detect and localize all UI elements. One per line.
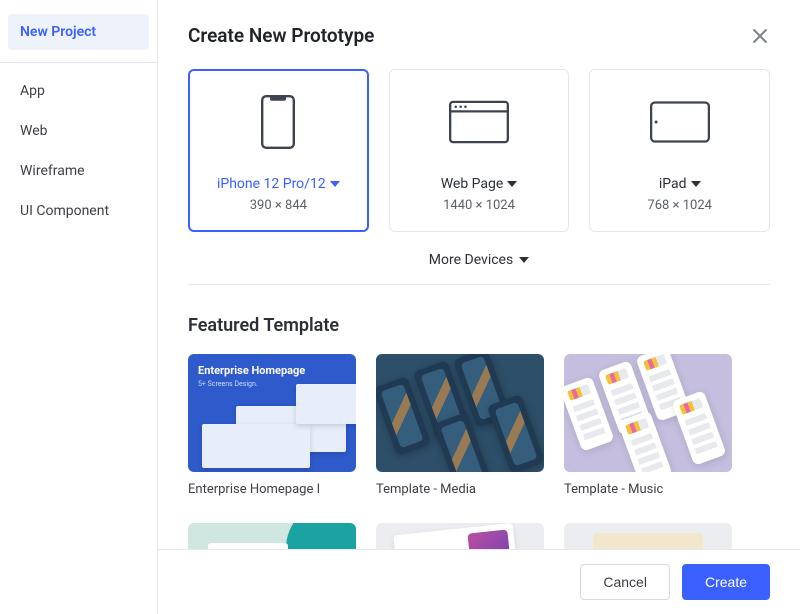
phone-icon [248,92,308,152]
chevron-down-icon [507,181,517,187]
content-scroll[interactable]: Create New Prototype iPhone 12 Pro/12 39… [158,0,800,614]
chevron-down-icon [691,181,701,187]
device-name: Web Page [441,176,504,192]
device-dimensions: 768 × 1024 [647,198,712,213]
tablet-icon [650,92,710,152]
sidebar-item-wireframe[interactable]: Wireframe [8,151,149,191]
device-label[interactable]: iPad [659,176,701,192]
sidebar-item-app[interactable]: App [8,71,149,111]
browser-icon [449,92,509,152]
sidebar-tab-new-project[interactable]: New Project [8,14,149,50]
chevron-down-icon [330,181,340,187]
more-devices-label: More Devices [429,252,513,268]
thumb-sub: 5+ Screens Design. [198,380,258,388]
close-icon [752,28,768,44]
template-grid: Enterprise Homepage 5+ Screens Design. E… [188,354,770,497]
main-panel: Create New Prototype iPhone 12 Pro/12 39… [158,0,800,614]
device-card-ipad[interactable]: iPad 768 × 1024 [589,69,770,232]
device-label[interactable]: iPhone 12 Pro/12 [217,176,340,192]
device-name: iPad [659,176,687,192]
sidebar-item-ui-component[interactable]: UI Component [8,191,149,231]
template-thumbnail [376,354,544,472]
device-dimensions: 1440 × 1024 [443,198,515,213]
device-card-iphone[interactable]: iPhone 12 Pro/12 390 × 844 [188,69,369,232]
template-card-music[interactable]: Template - Music [564,354,732,497]
page-title: Create New Prototype [188,24,374,47]
template-card-media[interactable]: Template - Media [376,354,544,497]
sidebar: New Project App Web Wireframe UI Compone… [0,0,158,614]
template-thumbnail [564,354,732,472]
featured-template-heading: Featured Template [188,315,770,336]
template-thumbnail: Enterprise Homepage 5+ Screens Design. [188,354,356,472]
more-devices-button[interactable]: More Devices [188,232,770,285]
device-options: iPhone 12 Pro/12 390 × 844 Web Page 1440… [188,69,770,232]
close-button[interactable] [750,26,770,46]
template-title: Enterprise Homepage I [188,482,356,497]
divider [0,62,157,63]
cancel-button[interactable]: Cancel [580,564,670,600]
template-title: Template - Music [564,482,732,497]
template-title: Template - Media [376,482,544,497]
device-label[interactable]: Web Page [441,176,518,192]
device-dimensions: 390 × 844 [250,198,307,213]
dialog-root: New Project App Web Wireframe UI Compone… [0,0,800,614]
device-card-web[interactable]: Web Page 1440 × 1024 [389,69,570,232]
sidebar-item-web[interactable]: Web [8,111,149,151]
thumb-heading: Enterprise Homepage [198,364,305,377]
template-card-enterprise[interactable]: Enterprise Homepage 5+ Screens Design. E… [188,354,356,497]
device-name: iPhone 12 Pro/12 [217,176,326,192]
footer: Cancel Create [158,549,800,614]
chevron-down-icon [519,257,529,263]
header: Create New Prototype [188,24,770,47]
create-button[interactable]: Create [682,564,770,600]
